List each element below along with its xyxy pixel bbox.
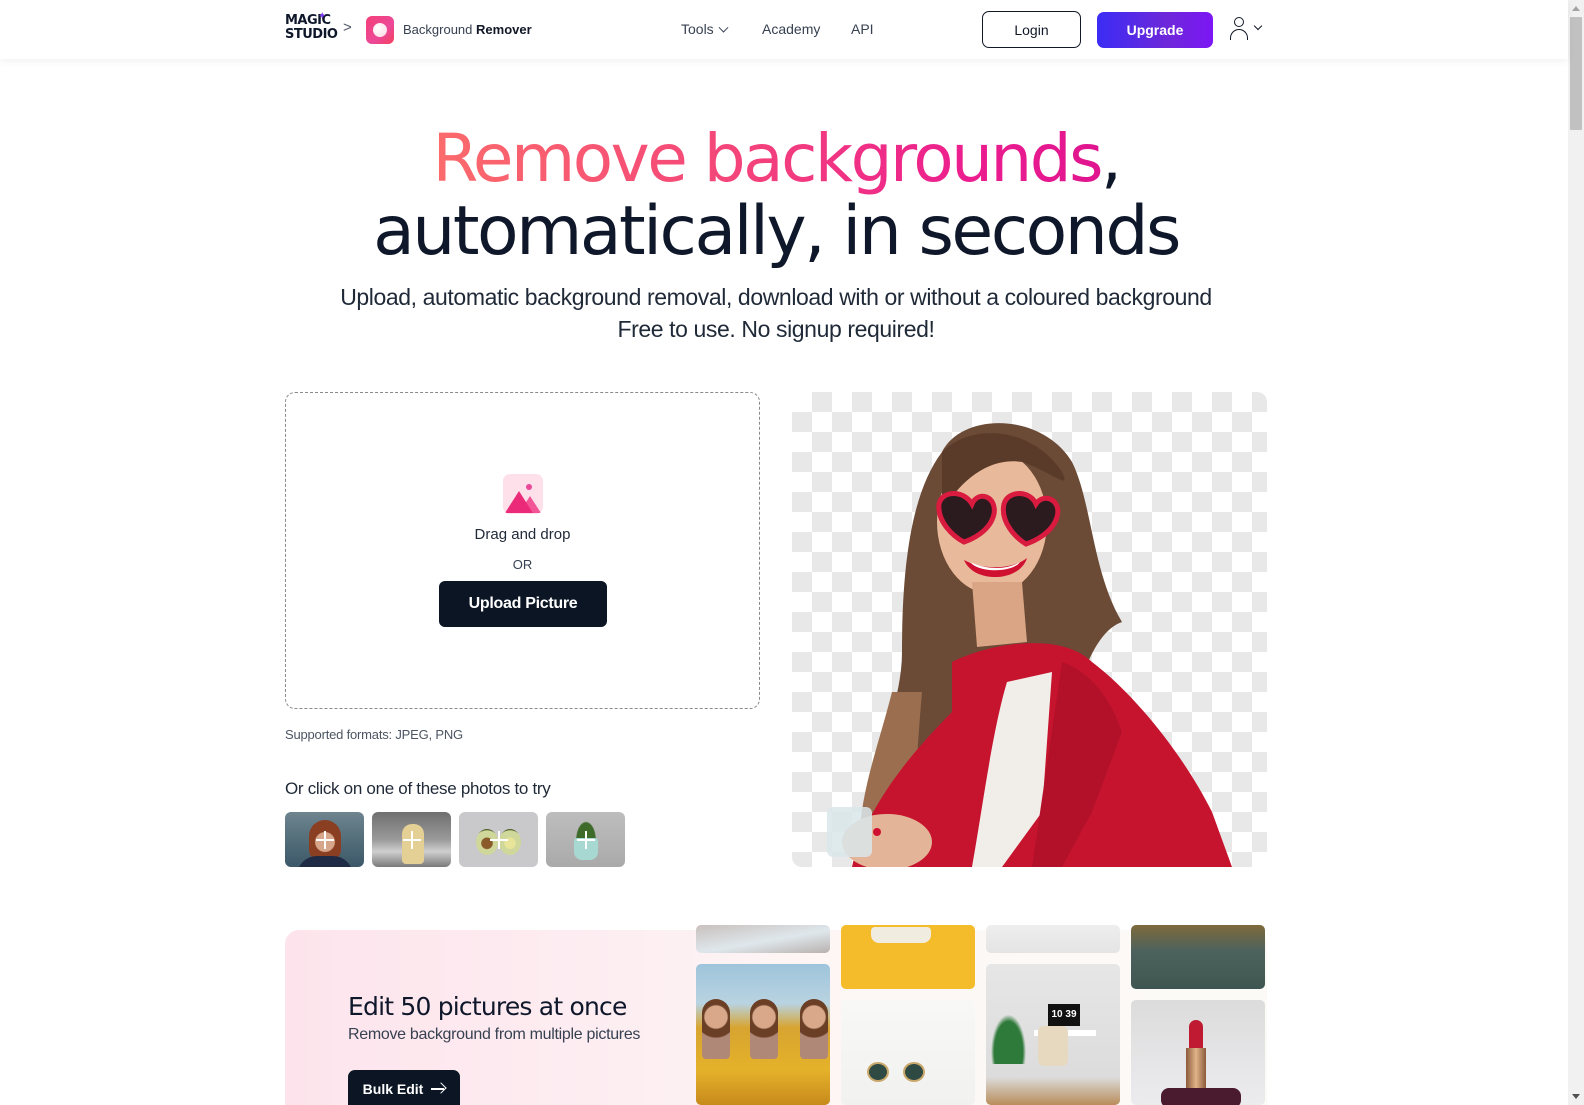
user-menu-button[interactable] [1230,17,1268,43]
sample-photos-label: Or click on one of these photos to try [285,779,551,798]
plus-icon [315,830,334,849]
image-icon [503,474,543,514]
page-scrollbar[interactable] [1568,0,1584,1105]
nav-api-link[interactable]: API [851,21,874,37]
breadcrumb-chevron-icon: > [343,19,352,36]
gallery-tile-architecture [696,925,830,953]
hero-subtitle: Upload, automatic background removal, do… [340,284,1212,310]
hero-title-line1: Remove backgrounds, [432,120,1122,197]
bulk-edit-button[interactable]: Bulk Edit [348,1070,460,1105]
top-navigation-bar: MAGIC STUDIO ✦ > Background Remover Tool… [0,0,1568,59]
nav-academy-link[interactable]: Academy [762,21,820,37]
scroll-down-arrow-icon[interactable] [1572,1094,1580,1099]
gallery-tile-desk: 10 39 [986,964,1120,1105]
upgrade-button[interactable]: Upgrade [1097,12,1213,48]
sparkle-icon: ✦ [318,11,327,22]
magic-studio-logo[interactable]: MAGIC STUDIO ✦ [285,11,338,46]
hero-tagline: Free to use. No signup required! [617,316,935,342]
supported-formats-note: Supported formats: JPEG, PNG [285,727,463,742]
gallery-tile-basketball-court [1131,925,1265,989]
bulk-edit-title: Edit 50 pictures at once [348,992,627,1021]
breadcrumb-app-name[interactable]: Background Remover [403,22,532,37]
login-button[interactable]: Login [982,11,1081,48]
gallery-tile-lipstick [1131,1000,1265,1105]
upload-picture-button[interactable]: Upload Picture [439,581,607,627]
gallery-tile-sunglasses [841,1000,975,1105]
sample-photo-plant[interactable] [546,812,625,867]
background-removed-preview [792,392,1267,867]
scroll-up-arrow-icon[interactable] [1572,6,1580,11]
scrollbar-thumb[interactable] [1570,17,1582,130]
upload-dropzone[interactable]: Drag and drop OR Upload Picture [285,392,760,709]
gallery-tile-plate [986,925,1120,953]
gallery-tile-sunflower-friends [696,964,830,1105]
chevron-down-icon [1253,21,1263,31]
plus-icon [402,830,421,849]
drag-and-drop-label: Drag and drop [474,526,571,543]
arrow-right-icon [431,1083,445,1095]
chevron-down-icon [718,22,729,33]
or-divider-label: OR [512,557,533,572]
sample-photos [285,812,625,867]
plus-icon [576,830,595,849]
sample-photo-polar-bear[interactable] [372,812,451,867]
gallery-tile-toy-car [841,925,975,989]
nav-tools-dropdown[interactable]: Tools [681,21,729,37]
background-remover-app-icon [366,16,394,44]
plus-icon [489,830,508,849]
sample-photo-woman[interactable] [285,812,364,867]
user-icon [1234,17,1244,27]
preview-person-image [827,423,1232,867]
bulk-edit-subtitle: Remove background from multiple pictures [348,1026,641,1043]
sample-photo-avocado[interactable] [459,812,538,867]
hero-title-line2: automatically, in seconds [373,192,1181,271]
